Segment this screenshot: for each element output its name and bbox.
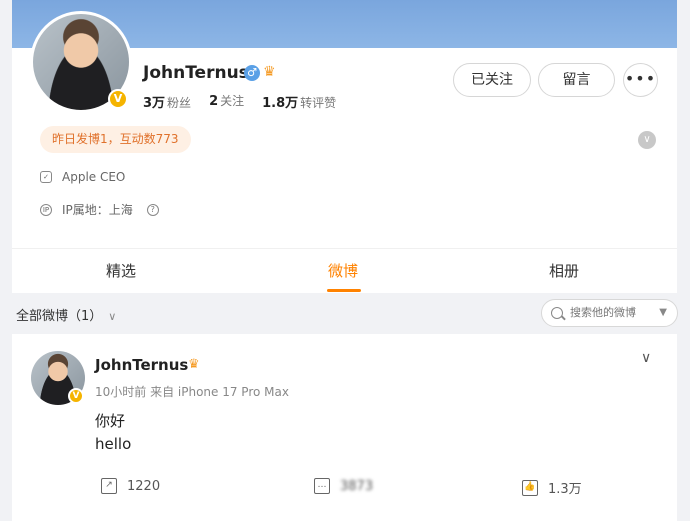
verified-badge-icon: V (68, 388, 84, 404)
like-count: 1.3万 (548, 482, 582, 497)
bio-row: ✓ Apple CEO (40, 170, 125, 184)
search-dropdown-icon[interactable]: ▼ (659, 300, 667, 326)
search-icon (551, 307, 563, 319)
ip-text: IP属地：上海 (62, 203, 133, 217)
shield-icon: ✓ (40, 171, 52, 183)
profile-name[interactable]: JohnTernus (143, 63, 249, 83)
comment-count: 3873 (340, 478, 374, 494)
activity-badge: 昨日发博1，互动数773 (40, 126, 191, 153)
gender-male-icon: ♂ (244, 65, 260, 81)
comment-button[interactable]: … 3873 (314, 478, 373, 494)
post-filter-dropdown[interactable]: 全部微博（1） ∨ (16, 305, 116, 324)
repost-icon: ↗ (101, 478, 117, 494)
filter-label: 全部微博（1） (16, 309, 103, 324)
profile-stats: 3万 粉丝 2 关注 1.8万 转评赞 (143, 92, 336, 111)
verified-badge-icon: V (108, 89, 128, 109)
bio-text: Apple CEO (62, 170, 126, 184)
post-menu-chevron-icon[interactable]: ∨ (641, 350, 651, 366)
chevron-down-icon: ∨ (108, 310, 117, 323)
comment-icon: … (314, 478, 330, 494)
crown-icon[interactable]: ♛ (188, 357, 200, 372)
crown-icon[interactable]: ♛ (263, 64, 276, 80)
tab-featured[interactable]: 精选 (106, 260, 136, 281)
like-icon: 👍 (522, 479, 538, 496)
expand-chevron-icon[interactable]: ∨ (638, 131, 656, 149)
stat-fans[interactable]: 3万 粉丝 (143, 92, 191, 111)
ip-icon: IP (40, 203, 52, 216)
search-posts-input[interactable]: 搜索他的微博 ▼ (541, 299, 678, 327)
search-placeholder: 搜索他的微博 (570, 306, 636, 319)
repost-button[interactable]: ↗ 1220 (101, 478, 160, 494)
active-tab-indicator (327, 289, 361, 292)
repost-count: 1220 (127, 478, 161, 494)
tab-weibo[interactable]: 微博 (328, 260, 358, 281)
stat-following[interactable]: 2 关注 (209, 92, 244, 111)
post-text-line: 你好 (95, 412, 126, 430)
more-options-button[interactable]: ••• (623, 63, 658, 97)
message-button[interactable]: 留言 (538, 63, 615, 97)
post-meta: 10小时前 来自 iPhone 17 Pro Max (95, 385, 289, 399)
ip-row: IP IP属地：上海 ? (40, 201, 159, 218)
like-button[interactable]: 👍 1.3万 (522, 478, 582, 497)
post-author-name[interactable]: JohnTernus (95, 356, 188, 374)
stat-interactions: 1.8万 转评赞 (262, 96, 337, 111)
tab-album[interactable]: 相册 (549, 260, 579, 281)
following-button[interactable]: 已关注 (453, 63, 531, 97)
post-text-line: hello (95, 435, 132, 453)
help-icon[interactable]: ? (146, 203, 159, 216)
